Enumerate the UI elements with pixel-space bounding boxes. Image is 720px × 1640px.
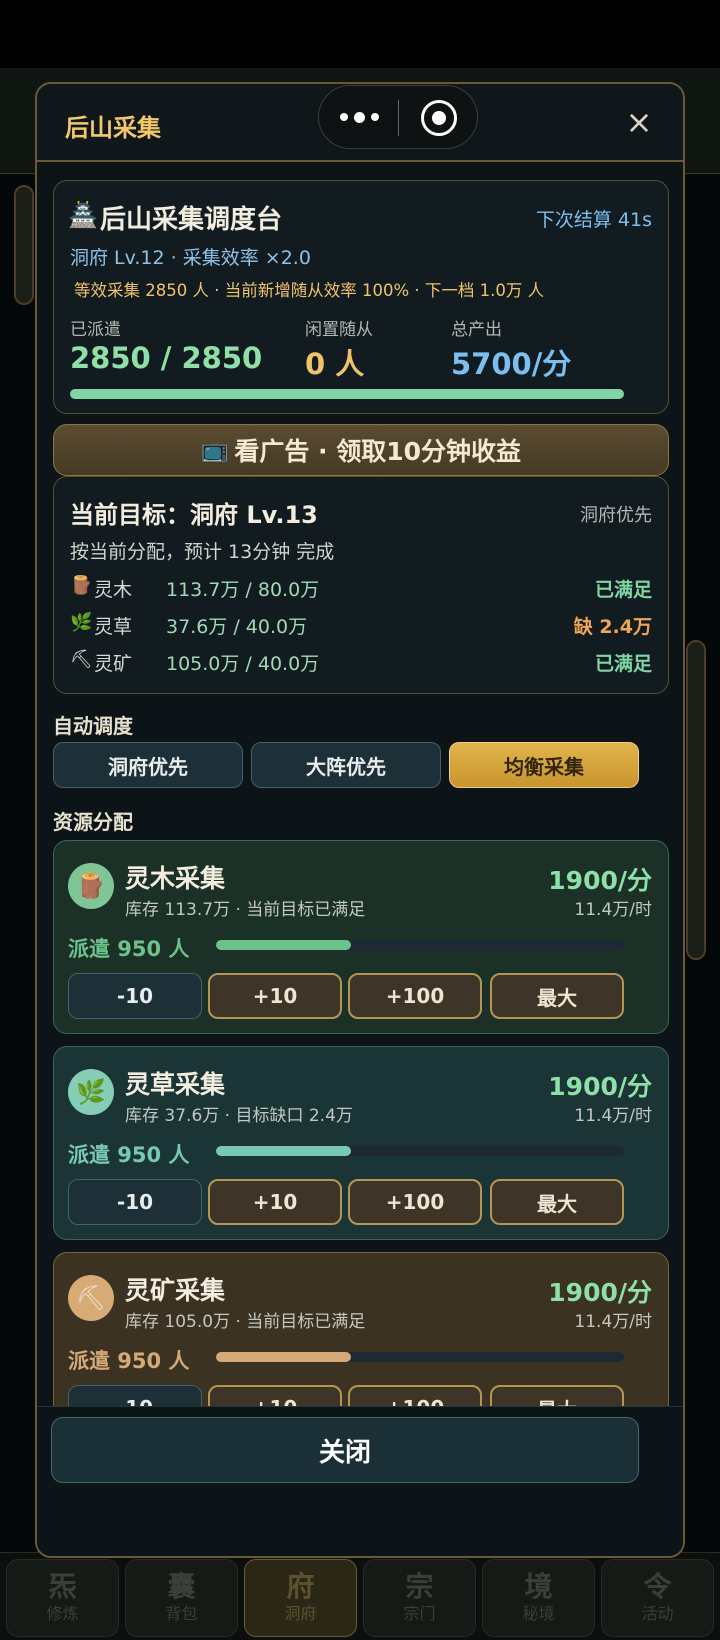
allocation-rate: 1900/分 bbox=[548, 1072, 652, 1101]
gather-modal: 后山采集 × 🏯 后山采集调度台 下次结算 41s 洞府 Lv.12 · 采集效… bbox=[35, 82, 685, 1558]
dispatch-progress-fill bbox=[70, 389, 624, 399]
info-line: 等效采集 2850 人 · 当前新增随从效率 100% · 下一档 1.0万 人 bbox=[74, 281, 545, 300]
target-row-name: 灵矿 bbox=[94, 653, 133, 675]
allocation-stock: 库存 37.6万 · 目标缺口 2.4万 bbox=[125, 1106, 353, 1126]
nav-tab-cultivate[interactable]: 炁修炼 bbox=[6, 1559, 119, 1637]
close-icon[interactable]: × bbox=[621, 104, 657, 140]
nav-tab-cave[interactable]: 府洞府 bbox=[244, 1559, 357, 1637]
target-estimate: 按当前分配，预计 13分钟 完成 bbox=[70, 541, 335, 563]
temple-icon: 🏯 bbox=[68, 201, 98, 229]
allocation-card: 🪵 灵木采集库存 113.7万 · 当前目标已满足 1900/分 11.4万/时派遣 … bbox=[53, 840, 669, 1034]
minus-10-button[interactable]: -10 bbox=[68, 973, 202, 1019]
background-panel-left bbox=[14, 185, 34, 305]
allocation-hourly: 11.4万/时 bbox=[574, 1106, 652, 1126]
modal-footer: 关闭 bbox=[37, 1406, 683, 1556]
plus-100-button[interactable]: +100 bbox=[348, 1179, 482, 1225]
watch-ad-label: 看广告 · 领取10分钟收益 bbox=[234, 437, 522, 466]
nav-tab-sect[interactable]: 宗宗门 bbox=[363, 1559, 476, 1637]
auto-option-array[interactable]: 大阵优先 bbox=[251, 742, 441, 788]
allocation-progress-fill bbox=[216, 940, 351, 950]
allocation-rate: 1900/分 bbox=[548, 866, 652, 895]
allocation-progress-bar bbox=[216, 1352, 624, 1362]
allocation-dispatch: 派遣 950 人 bbox=[68, 937, 190, 961]
target-row-status: 已满足 bbox=[594, 579, 652, 601]
wood-icon: 🪵 bbox=[68, 863, 114, 909]
allocation-progress-bar bbox=[216, 940, 624, 950]
idle-value: 0 人 bbox=[305, 347, 365, 381]
auto-option-balanced[interactable]: 均衡采集 bbox=[449, 742, 639, 788]
plus-100-button[interactable]: +100 bbox=[348, 973, 482, 1019]
allocation-rate: 1900/分 bbox=[548, 1278, 652, 1307]
bottom-nav: 炁修炼 囊背包 府洞府 宗宗门 境秘境 令活动 bbox=[0, 1552, 720, 1640]
exit-mini-program-icon[interactable] bbox=[421, 100, 457, 136]
target-row-status: 已满足 bbox=[594, 653, 652, 675]
target-row-amount: 105.0万 / 40.0万 bbox=[166, 653, 320, 675]
target-row-amount: 113.7万 / 80.0万 bbox=[166, 579, 320, 601]
allocation-stock: 库存 105.0万 · 当前目标已满足 bbox=[125, 1312, 366, 1332]
herb-icon: 🌿 bbox=[70, 612, 93, 633]
nav-tab-realm[interactable]: 境秘境 bbox=[482, 1559, 595, 1637]
output-label: 总产出 bbox=[451, 320, 502, 340]
output-value: 5700/分 bbox=[451, 347, 572, 381]
dispatched-value: 2850 / 2850 bbox=[70, 341, 263, 375]
modal-title: 后山采集 bbox=[65, 114, 161, 142]
watch-ad-button[interactable]: 📺 看广告 · 领取10分钟收益 bbox=[53, 424, 669, 476]
allocation-title: 灵木采集 bbox=[125, 864, 226, 893]
plus-10-button[interactable]: +10 bbox=[208, 1179, 342, 1225]
allocation-title: 灵矿采集 bbox=[125, 1276, 226, 1305]
target-row-amount: 37.6万 / 40.0万 bbox=[166, 616, 308, 638]
max-button[interactable]: 最大 bbox=[490, 973, 624, 1019]
target-card: 当前目标：洞府 Lv.13 洞府优先 按当前分配，预计 13分钟 完成 🪵 灵木 1… bbox=[53, 476, 669, 694]
status-bar-area bbox=[0, 0, 720, 68]
more-icon[interactable] bbox=[339, 102, 379, 132]
dispatch-heading: 后山采集调度台 bbox=[100, 205, 283, 235]
pickaxe-icon: ⛏ bbox=[68, 1275, 114, 1321]
auto-schedule-label: 自动调度 bbox=[53, 714, 133, 738]
close-button[interactable]: 关闭 bbox=[51, 1417, 639, 1483]
allocation-title: 灵草采集 bbox=[125, 1070, 226, 1099]
modal-scroll-area[interactable]: 🏯 后山采集调度台 下次结算 41s 洞府 Lv.12 · 采集效率 ×2.0 … bbox=[53, 180, 669, 1482]
allocation-dispatch: 派遣 950 人 bbox=[68, 1143, 190, 1167]
max-button[interactable]: 最大 bbox=[490, 1179, 624, 1225]
wood-icon: 🪵 bbox=[70, 575, 93, 596]
target-row-name: 灵木 bbox=[94, 579, 133, 601]
allocation-card: 🌿 灵草采集库存 37.6万 · 目标缺口 2.4万 1900/分 11.4万/时派遣… bbox=[53, 1046, 669, 1240]
allocation-dispatch: 派遣 950 人 bbox=[68, 1349, 190, 1373]
auto-option-cave[interactable]: 洞府优先 bbox=[53, 742, 243, 788]
dispatch-progress-bar bbox=[70, 389, 624, 399]
target-row-status: 缺 2.4万 bbox=[573, 616, 652, 638]
nav-tab-bag[interactable]: 囊背包 bbox=[125, 1559, 238, 1637]
idle-label: 闲置随从 bbox=[305, 320, 373, 340]
mini-program-capsule bbox=[318, 85, 478, 149]
minus-10-button[interactable]: -10 bbox=[68, 1179, 202, 1225]
target-title: 当前目标：洞府 Lv.13 bbox=[70, 501, 318, 529]
dispatch-summary-card: 🏯 后山采集调度台 下次结算 41s 洞府 Lv.12 · 采集效率 ×2.0 … bbox=[53, 180, 669, 414]
tv-icon: 📺 bbox=[200, 437, 229, 463]
allocation-hourly: 11.4万/时 bbox=[574, 900, 652, 920]
allocation-hourly: 11.4万/时 bbox=[574, 1312, 652, 1332]
plus-10-button[interactable]: +10 bbox=[208, 973, 342, 1019]
allocation-progress-fill bbox=[216, 1352, 351, 1362]
level-line: 洞府 Lv.12 · 采集效率 ×2.0 bbox=[70, 247, 311, 269]
pickaxe-icon: ⛏ bbox=[70, 649, 93, 670]
allocation-progress-bar bbox=[216, 1146, 624, 1156]
background-panel-right bbox=[686, 640, 706, 960]
herb-icon: 🌿 bbox=[68, 1069, 114, 1115]
target-priority: 洞府优先 bbox=[580, 505, 652, 526]
dispatched-label: 已派遣 bbox=[70, 320, 121, 340]
allocation-stock: 库存 113.7万 · 当前目标已满足 bbox=[125, 900, 366, 920]
allocation-progress-fill bbox=[216, 1146, 351, 1156]
nav-tab-event[interactable]: 令活动 bbox=[601, 1559, 714, 1637]
next-settle-timer: 下次结算 41s bbox=[535, 209, 652, 231]
target-row-name: 灵草 bbox=[94, 616, 133, 638]
allocation-label: 资源分配 bbox=[53, 810, 133, 834]
